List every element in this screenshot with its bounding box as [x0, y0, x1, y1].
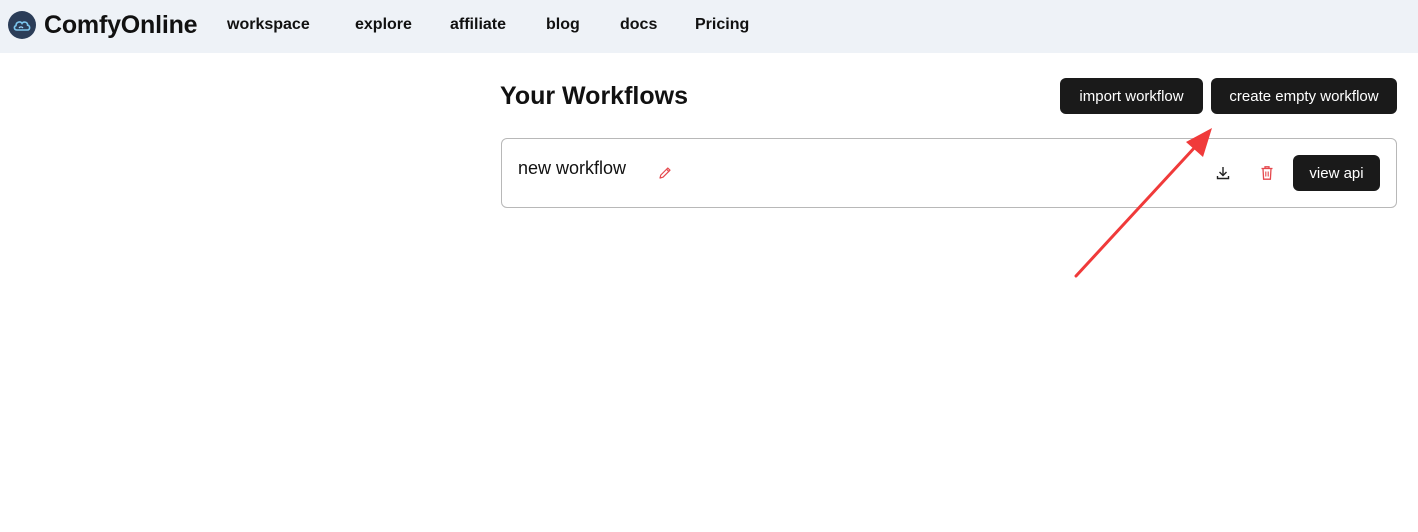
brand[interactable]: ComfyOnline	[8, 10, 198, 40]
nav-pricing[interactable]: Pricing	[695, 16, 749, 34]
import-workflow-button[interactable]: import workflow	[1060, 78, 1203, 114]
page-title: Your Workflows	[500, 82, 688, 110]
workflow-name[interactable]: new workflow	[518, 158, 626, 179]
download-icon[interactable]	[1213, 163, 1233, 183]
brand-name: ComfyOnline	[44, 10, 198, 39]
nav-explore[interactable]: explore	[355, 16, 412, 34]
nav-affiliate[interactable]: affiliate	[450, 16, 506, 34]
nav-docs[interactable]: docs	[620, 16, 657, 34]
nav-blog[interactable]: blog	[546, 16, 580, 34]
workflow-card: new workflow view api	[501, 138, 1397, 208]
view-api-button[interactable]: view api	[1293, 155, 1380, 191]
cloud-logo-icon	[8, 11, 36, 39]
pencil-icon[interactable]	[655, 163, 675, 183]
top-navbar: ComfyOnline workspace explore affiliate …	[0, 0, 1418, 53]
trash-icon[interactable]	[1257, 163, 1277, 183]
nav-workspace[interactable]: workspace	[227, 16, 310, 34]
annotation-arrow-icon	[1074, 128, 1212, 278]
create-empty-workflow-button[interactable]: create empty workflow	[1211, 78, 1397, 114]
